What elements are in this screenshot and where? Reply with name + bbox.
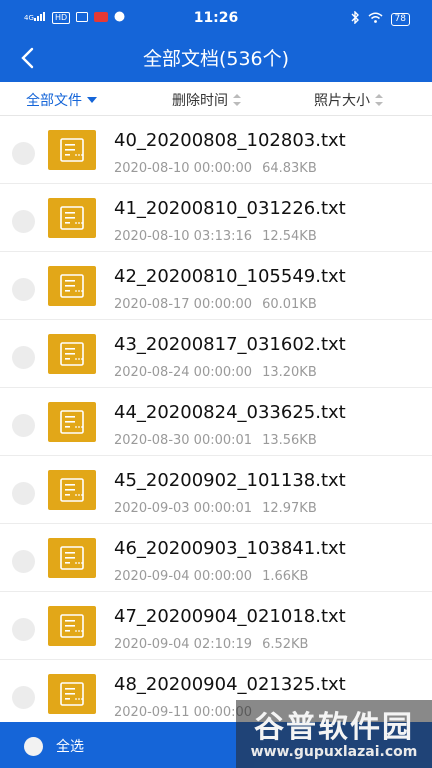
file-date: 2020-08-10 00:00:00 (114, 161, 253, 176)
bluetooth-icon (351, 10, 360, 27)
text-file-icon (48, 402, 96, 442)
file-name: 41_20200810_031226.txt (114, 198, 346, 219)
file-meta: 2020-08-10 03:13:16 12.54KB (114, 229, 317, 244)
text-file-icon (48, 470, 96, 510)
select-all-label[interactable]: 全选 (56, 736, 84, 756)
row-select-radio[interactable] (12, 618, 35, 641)
file-size: 13.20KB (262, 365, 317, 380)
row-select-radio[interactable] (12, 210, 35, 233)
sort-icon (233, 94, 241, 106)
file-type-label: 全部文件 (26, 93, 82, 109)
row-select-radio[interactable] (12, 346, 35, 369)
file-meta: 2020-08-24 00:00:00 13.20KB (114, 365, 317, 380)
file-date: 2020-09-11 00:00:00 (114, 705, 253, 720)
file-date: 2020-08-24 00:00:00 (114, 365, 253, 380)
file-row[interactable]: 43_20200817_031602.txt 2020-08-24 00:00:0… (0, 320, 432, 388)
status-right: 78 (351, 10, 410, 27)
file-size: 6.52KB (262, 637, 309, 652)
file-size: 12.97KB (262, 501, 317, 516)
file-row[interactable]: 42_20200810_105549.txt 2020-08-17 00:00:0… (0, 252, 432, 320)
nav-row: 全部文档(536个) (0, 38, 432, 78)
file-row[interactable]: 45_20200902_101138.txt 2020-09-03 00:00:0… (0, 456, 432, 524)
watermark: 谷普软件园 www.gupuxlazai.com (236, 700, 432, 768)
select-all-radio[interactable] (24, 737, 43, 756)
file-size: 12.54KB (262, 229, 317, 244)
file-name: 45_20200902_101138.txt (114, 470, 346, 491)
file-date: 2020-08-30 00:00:01 (114, 433, 253, 448)
file-name: 40_20200808_102803.txt (114, 130, 346, 151)
deleted-time-label: 删除时间 (172, 93, 228, 109)
row-select-radio[interactable] (12, 278, 35, 301)
file-name: 48_20200904_021325.txt (114, 674, 346, 695)
top-bar: 4G HD 11:26 78 全部文档(536个) (0, 0, 432, 82)
text-file-icon (48, 266, 96, 306)
watermark-url: www.gupuxlazai.com (250, 744, 418, 760)
file-type-filter[interactable]: 全部文件 (26, 90, 98, 110)
file-name: 42_20200810_105549.txt (114, 266, 346, 287)
text-file-icon (48, 130, 96, 170)
watermark-brand: 谷普软件园 (254, 710, 414, 745)
wifi-icon (368, 12, 383, 26)
file-row[interactable]: 47_20200904_021018.txt 2020-09-04 02:10:1… (0, 592, 432, 660)
file-date: 2020-08-17 00:00:00 (114, 297, 253, 312)
text-file-icon (48, 538, 96, 578)
file-meta: 2020-09-04 00:00:00 1.66KB (114, 569, 308, 584)
text-file-icon (48, 606, 96, 646)
file-row[interactable]: 44_20200824_033625.txt 2020-08-30 00:00:0… (0, 388, 432, 456)
battery-icon: 78 (390, 12, 410, 26)
file-date: 2020-09-03 00:00:01 (114, 501, 253, 516)
file-row[interactable]: 46_20200903_103841.txt 2020-09-04 00:00:0… (0, 524, 432, 592)
file-row[interactable]: 40_20200808_102803.txt 2020-08-10 00:00:0… (0, 118, 432, 184)
text-file-icon (48, 674, 96, 714)
file-row[interactable]: 41_20200810_031226.txt 2020-08-10 03:13:1… (0, 184, 432, 252)
status-bar: 4G HD 11:26 78 (0, 0, 432, 36)
text-file-icon (48, 198, 96, 238)
file-date: 2020-08-10 03:13:16 (114, 229, 253, 244)
file-size: 60.01KB (262, 297, 317, 312)
file-size: 13.56KB (262, 433, 317, 448)
file-meta: 2020-09-03 00:00:01 12.97KB (114, 501, 317, 516)
file-size: 64.83KB (262, 161, 317, 176)
file-name: 47_20200904_021018.txt (114, 606, 346, 627)
caret-down-icon (87, 97, 97, 103)
file-meta: 2020-09-04 02:10:19 6.52KB (114, 637, 308, 652)
sort-icon (375, 94, 383, 106)
file-list[interactable]: 40_20200808_102803.txt 2020-08-10 00:00:0… (0, 118, 432, 722)
file-name: 44_20200824_033625.txt (114, 402, 346, 423)
file-meta: 2020-08-10 00:00:00 64.83KB (114, 161, 317, 176)
row-select-radio[interactable] (12, 686, 35, 709)
file-meta: 2020-08-17 00:00:00 60.01KB (114, 297, 317, 312)
row-select-radio[interactable] (12, 550, 35, 573)
page-title: 全部文档(536个) (142, 48, 290, 70)
file-name: 46_20200903_103841.txt (114, 538, 346, 559)
file-date: 2020-09-04 02:10:19 (114, 637, 253, 652)
photo-size-label: 照片大小 (314, 93, 370, 109)
row-select-radio[interactable] (12, 482, 35, 505)
filter-bar: 全部文件 删除时间 照片大小 (0, 82, 432, 116)
file-date: 2020-09-04 00:00:00 (114, 569, 253, 584)
file-name: 43_20200817_031602.txt (114, 334, 346, 355)
row-select-radio[interactable] (12, 142, 35, 165)
sort-deleted-time[interactable]: 删除时间 (172, 90, 242, 110)
file-meta: 2020-08-30 00:00:01 13.56KB (114, 433, 317, 448)
row-select-radio[interactable] (12, 414, 35, 437)
text-file-icon (48, 334, 96, 374)
file-size: 1.66KB (262, 569, 309, 584)
sort-photo-size[interactable]: 照片大小 (314, 90, 384, 110)
